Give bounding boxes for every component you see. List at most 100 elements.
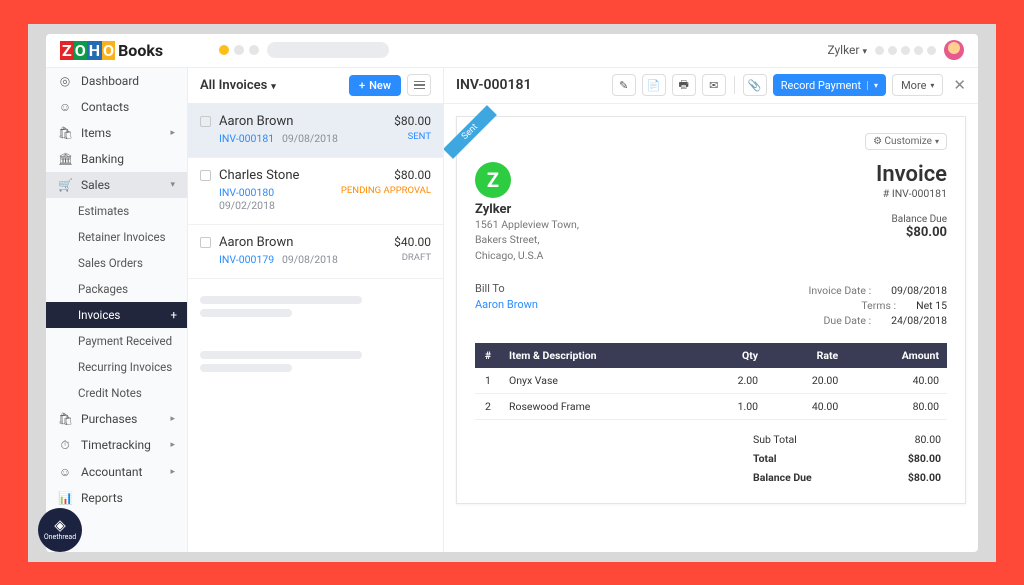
billto-label: Bill To bbox=[475, 282, 538, 295]
clock-icon: ⏱ bbox=[58, 438, 72, 453]
nav-credit-notes[interactable]: Credit Notes bbox=[46, 380, 187, 406]
avatar[interactable] bbox=[944, 40, 964, 60]
org-switcher[interactable]: Zylker▾ bbox=[827, 43, 867, 57]
bank-icon: 🏛 bbox=[58, 152, 72, 166]
list-menu-button[interactable] bbox=[407, 74, 431, 96]
nav-invoices[interactable]: Invoices+ bbox=[46, 302, 187, 328]
nav-sales-orders[interactable]: Sales Orders bbox=[46, 250, 187, 276]
plus-icon[interactable]: + bbox=[170, 308, 177, 322]
attach-button[interactable]: 📎 bbox=[743, 74, 767, 96]
invoice-status: DRAFT bbox=[394, 252, 431, 263]
checkbox[interactable] bbox=[200, 170, 211, 181]
totals: Sub Total80.00Total$80.00Balance Due$80.… bbox=[747, 430, 947, 487]
invoice-amount: $80.00 bbox=[394, 114, 431, 128]
paperclip-icon: 📎 bbox=[748, 79, 762, 92]
detail-title: INV-000181 bbox=[456, 77, 531, 93]
checkbox[interactable] bbox=[200, 116, 211, 127]
invoice-amount: $40.00 bbox=[394, 235, 431, 249]
gear-icon: ⚙ bbox=[873, 136, 882, 147]
header-action-dots bbox=[875, 46, 936, 55]
pdf-button[interactable]: 📄 bbox=[642, 74, 666, 96]
caret-down-icon[interactable]: ▾ bbox=[867, 81, 878, 90]
nav-recurring-invoices[interactable]: Recurring Invoices bbox=[46, 354, 187, 380]
document-type: Invoice bbox=[876, 162, 947, 187]
close-button[interactable]: ✕ bbox=[953, 76, 966, 94]
edit-button[interactable]: ✎ bbox=[612, 74, 636, 96]
nav-sales[interactable]: 🛒Sales▾ bbox=[46, 172, 187, 198]
invoice-customer: Charles Stone bbox=[219, 168, 333, 183]
chart-icon: 📊 bbox=[58, 491, 72, 505]
invoice-row[interactable]: Aaron Brown INV-000181 09/08/2018 $80.00… bbox=[188, 104, 443, 158]
menu-icon bbox=[414, 81, 425, 90]
app-logo: ZOHOBooks bbox=[60, 41, 163, 60]
checkbox[interactable] bbox=[200, 237, 211, 248]
balance-value: $80.00 bbox=[876, 225, 947, 240]
user-icon: ☺ bbox=[58, 100, 72, 114]
document-number: # INV-000181 bbox=[876, 187, 947, 200]
invoice-list-panel: All Invoices▾ +New Aaron Brown INV-00018… bbox=[188, 68, 444, 552]
invoice-number-link[interactable]: INV-000180 bbox=[219, 186, 274, 199]
invoice-customer: Aaron Brown bbox=[219, 235, 386, 250]
more-button[interactable]: More▾ bbox=[892, 74, 943, 96]
chevron-right-icon: ▸ bbox=[170, 467, 175, 477]
user-icon: ☺ bbox=[58, 465, 72, 479]
nav-timetracking[interactable]: ⏱Timetracking▸ bbox=[46, 432, 187, 459]
mail-button[interactable]: ✉ bbox=[702, 74, 726, 96]
invoice-customer: Aaron Brown bbox=[219, 114, 386, 129]
nav-contacts[interactable]: ☺Contacts bbox=[46, 94, 187, 120]
nav-dashboard[interactable]: ◎Dashboard bbox=[46, 68, 187, 94]
nav-payment-received[interactable]: Payment Received bbox=[46, 328, 187, 354]
balance-label: Balance Due bbox=[876, 214, 947, 225]
nav-reports[interactable]: 📊Reports bbox=[46, 485, 187, 511]
cube-icon: ◈ bbox=[54, 518, 66, 533]
printer-icon: 🖶 bbox=[679, 76, 689, 95]
chevron-right-icon: ▸ bbox=[170, 440, 175, 450]
chevron-right-icon: ▸ bbox=[170, 128, 175, 138]
chevron-down-icon: ▾ bbox=[170, 180, 175, 190]
chevron-right-icon: ▸ bbox=[170, 414, 175, 424]
new-button[interactable]: +New bbox=[349, 75, 401, 96]
record-payment-button[interactable]: Record Payment▾ bbox=[773, 74, 886, 96]
pencil-icon: ✎ bbox=[619, 79, 628, 92]
invoice-detail-panel: INV-000181 ✎ 📄 🖶 ✉ 📎 Record Payment▾ Mor… bbox=[444, 68, 978, 552]
company-logo: Z bbox=[475, 162, 511, 198]
invoice-preview: Sent ⚙ Customize▾ Z Zylker 1561 Applevie… bbox=[456, 116, 966, 504]
invoice-status: SENT bbox=[394, 131, 431, 142]
file-icon: 📄 bbox=[647, 79, 661, 92]
skeleton-row bbox=[188, 279, 443, 334]
line-item: 1Onyx Vase2.0020.0040.00 bbox=[475, 368, 947, 394]
line-items-table: #Item & DescriptionQtyRateAmount 1Onyx V… bbox=[475, 343, 947, 420]
skeleton-row bbox=[188, 334, 443, 389]
nav-retainer-invoices[interactable]: Retainer Invoices bbox=[46, 224, 187, 250]
status-ribbon: Sent bbox=[444, 105, 497, 159]
bag-icon: 🛍 bbox=[58, 412, 72, 426]
plus-icon: + bbox=[359, 79, 365, 92]
invoice-status: PENDING APPROVAL bbox=[341, 185, 431, 196]
gauge-icon: ◎ bbox=[58, 74, 72, 88]
mail-icon: ✉ bbox=[709, 79, 718, 92]
sidebar: ◎Dashboard ☺Contacts 🛍Items▸ 🏛Banking 🛒S… bbox=[46, 68, 188, 552]
nav-packages[interactable]: Packages bbox=[46, 276, 187, 302]
customize-button[interactable]: ⚙ Customize▾ bbox=[865, 133, 947, 150]
invoice-amount: $80.00 bbox=[341, 168, 431, 182]
billto-customer[interactable]: Aaron Brown bbox=[475, 298, 538, 311]
cart-icon: 🛒 bbox=[58, 178, 72, 192]
watermark-badge: ◈ Onethread bbox=[38, 508, 82, 552]
nav-estimates[interactable]: Estimates bbox=[46, 198, 187, 224]
bag-icon: 🛍 bbox=[58, 126, 72, 140]
list-filter-dropdown[interactable]: All Invoices▾ bbox=[200, 78, 276, 93]
line-item: 2Rosewood Frame1.0040.0080.00 bbox=[475, 393, 947, 419]
window-dots bbox=[219, 45, 259, 55]
search-placeholder[interactable] bbox=[267, 42, 389, 58]
company-address: 1561 Appleview Town, Bakers Street, Chic… bbox=[475, 217, 579, 264]
invoice-number-link[interactable]: INV-000179 bbox=[219, 253, 274, 266]
company-name: Zylker bbox=[475, 202, 579, 217]
nav-accountant[interactable]: ☺Accountant▸ bbox=[46, 459, 187, 485]
nav-items[interactable]: 🛍Items▸ bbox=[46, 120, 187, 146]
nav-banking[interactable]: 🏛Banking bbox=[46, 146, 187, 172]
nav-purchases[interactable]: 🛍Purchases▸ bbox=[46, 406, 187, 432]
invoice-number-link[interactable]: INV-000181 bbox=[219, 132, 274, 145]
print-button[interactable]: 🖶 bbox=[672, 74, 696, 96]
invoice-row[interactable]: Aaron Brown INV-000179 09/08/2018 $40.00… bbox=[188, 225, 443, 279]
invoice-row[interactable]: Charles Stone INV-000180 09/02/2018 $80.… bbox=[188, 158, 443, 225]
